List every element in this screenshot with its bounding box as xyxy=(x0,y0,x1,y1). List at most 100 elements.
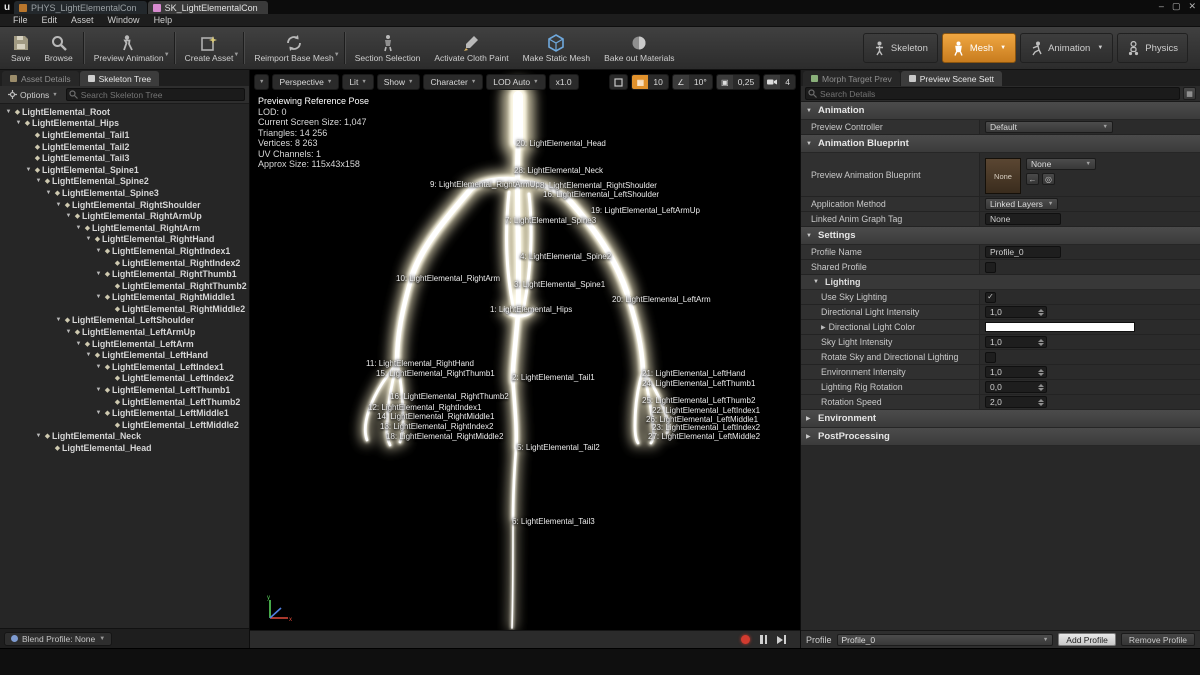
rotation-snap-value[interactable]: 10° xyxy=(688,75,712,89)
tab-morph-target-preview[interactable]: Morph Target Prev xyxy=(803,71,900,86)
tree-item-lightelemental-rightarm[interactable]: ▼ ◆ LightElemental_RightArm xyxy=(0,222,249,234)
use-sky-lighting-checkbox[interactable]: ✓ xyxy=(985,291,996,303)
rotation-snap-icon[interactable]: ∠ xyxy=(672,75,689,89)
bake-out-materials-button[interactable]: Bake out Materials xyxy=(597,28,681,68)
expander-icon[interactable]: ▼ xyxy=(44,190,53,196)
maximize-viewport-button[interactable] xyxy=(609,74,629,90)
use-selected-icon[interactable]: ← xyxy=(1026,173,1039,185)
expander-icon[interactable]: ▼ xyxy=(34,178,43,184)
tree-item-lightelemental-leftindex1[interactable]: ▼ ◆ LightElemental_LeftIndex1 xyxy=(0,361,249,373)
preview-animation-button[interactable]: Preview Animation ▼ xyxy=(87,28,171,68)
expander-icon[interactable]: ▼ xyxy=(64,213,73,219)
expander-icon[interactable]: ▼ xyxy=(34,433,43,439)
mesh-mode-button[interactable]: Mesh ▼ xyxy=(941,33,1017,63)
pause-button[interactable] xyxy=(760,635,767,644)
chevron-down-icon[interactable]: ▼ xyxy=(1000,45,1006,51)
expander-icon[interactable]: ▼ xyxy=(94,294,103,300)
viewport-options-button[interactable]: ▼ xyxy=(254,74,270,90)
browse-asset-icon[interactable]: ◎ xyxy=(1042,173,1055,185)
spinner-arrows[interactable] xyxy=(1038,308,1044,316)
section-header-settings[interactable]: ▼ Settings xyxy=(801,227,1200,245)
shared-profile-checkbox[interactable] xyxy=(985,261,996,273)
asset-thumbnail[interactable]: None xyxy=(985,158,1021,194)
tree-item-lightelemental-rightmiddle1[interactable]: ▼ ◆ LightElemental_RightMiddle1 xyxy=(0,292,249,304)
preview-controller-dropdown[interactable]: Default ▼ xyxy=(985,121,1113,133)
tree-item-lightelemental-leftindex2[interactable]: ◆ LightElemental_LeftIndex2 xyxy=(0,373,249,385)
tab-preview-scene-settings[interactable]: Preview Scene Sett xyxy=(900,71,1002,86)
preview-viewport[interactable]: ▼ Perspective ▼ Lit ▼ Show ▼ Character ▼ LOD… xyxy=(250,70,800,648)
spinner-arrows[interactable] xyxy=(1038,398,1044,406)
blend-profile-button[interactable]: Blend Profile: None ▼ xyxy=(4,631,113,646)
tree-item-lightelemental-righthand[interactable]: ▼ ◆ LightElemental_RightHand xyxy=(0,234,249,246)
profile-name-field[interactable]: Profile_0 xyxy=(985,246,1061,258)
profile-dropdown[interactable]: Profile_0 ▼ xyxy=(836,633,1054,646)
menu-file[interactable]: File xyxy=(6,15,35,25)
options-button[interactable]: Options ▼ xyxy=(4,89,62,101)
section-expander-icon[interactable]: ▶ xyxy=(806,415,814,422)
expander-icon[interactable]: ▶ xyxy=(821,324,826,331)
tree-item-lightelemental-spine1[interactable]: ▼ ◆ LightElemental_Spine1 xyxy=(0,164,249,176)
character-button[interactable]: Character ▼ xyxy=(423,74,484,90)
skeleton-mode-button[interactable]: Skeleton xyxy=(862,33,938,63)
tab-asset-details[interactable]: Asset Details xyxy=(2,71,79,86)
maximize-button[interactable]: ▢ xyxy=(1172,1,1181,12)
rotation-speed-number-field[interactable]: 2,0 xyxy=(985,396,1047,408)
step-forward-button[interactable] xyxy=(777,635,786,644)
tree-item-lightelemental-leftmiddle2[interactable]: ◆ LightElemental_LeftMiddle2 xyxy=(0,419,249,431)
menu-window[interactable]: Window xyxy=(101,15,147,25)
close-button[interactable]: ✕ xyxy=(1188,1,1196,12)
section-header-environment[interactable]: ▶ Environment xyxy=(801,410,1200,428)
menu-edit[interactable]: Edit xyxy=(35,15,65,25)
expander-icon[interactable]: ▼ xyxy=(14,120,23,126)
tree-item-lightelemental-tail2[interactable]: ◆ LightElemental_Tail2 xyxy=(0,141,249,153)
section-selection-button[interactable]: Section Selection xyxy=(348,28,428,68)
tree-item-lightelemental-leftmiddle1[interactable]: ▼ ◆ LightElemental_LeftMiddle1 xyxy=(0,407,249,419)
directional-light-intensity-number-field[interactable]: 1,0 xyxy=(985,306,1047,318)
section-expander-icon[interactable]: ▼ xyxy=(806,108,814,114)
browse-button[interactable]: Browse xyxy=(37,28,79,68)
grid-snap-icon[interactable]: ▦ xyxy=(632,75,649,89)
section-header-animation-blueprint[interactable]: ▼ Animation Blueprint xyxy=(801,135,1200,153)
grid-snap-value[interactable]: 10 xyxy=(648,75,668,89)
menu-asset[interactable]: Asset xyxy=(64,15,101,25)
expander-icon[interactable]: ▼ xyxy=(74,341,83,347)
tree-item-lightelemental-tail3[interactable]: ◆ LightElemental_Tail3 xyxy=(0,152,249,164)
environment-intensity-number-field[interactable]: 1,0 xyxy=(985,366,1047,378)
details-search-input[interactable] xyxy=(805,87,1180,100)
asset-dropdown[interactable]: None ▼ xyxy=(1026,158,1096,170)
tree-item-lightelemental-rightthumb2[interactable]: ◆ LightElemental_RightThumb2 xyxy=(0,280,249,292)
expander-icon[interactable]: ▼ xyxy=(24,167,33,173)
section-expander-icon[interactable]: ▶ xyxy=(806,433,814,440)
scale-snap-control[interactable]: ▣ 0,25 xyxy=(715,74,761,90)
expander-icon[interactable]: ▼ xyxy=(84,352,93,358)
physics-mode-button[interactable]: Physics xyxy=(1117,33,1188,63)
camera-speed-control[interactable]: 4 xyxy=(763,74,796,90)
grid-snap-control[interactable]: ▦ 10 xyxy=(631,74,669,90)
spinner-arrows[interactable] xyxy=(1038,338,1044,346)
minimize-button[interactable]: – xyxy=(1159,1,1164,12)
tree-item-lightelemental-hips[interactable]: ▼ ◆ LightElemental_Hips xyxy=(0,118,249,130)
chevron-down-icon[interactable]: ▼ xyxy=(1097,45,1103,51)
activate-cloth-paint-button[interactable]: Activate Cloth Paint xyxy=(427,28,515,68)
section-header-postprocessing[interactable]: ▶ PostProcessing xyxy=(801,428,1200,446)
expander-icon[interactable]: ▼ xyxy=(94,410,103,416)
tree-item-lightelemental-rightthumb1[interactable]: ▼ ◆ LightElemental_RightThumb1 xyxy=(0,268,249,280)
skeleton-tree-search-input[interactable] xyxy=(65,88,245,101)
playback-speed-button[interactable]: x1.0 xyxy=(548,74,579,90)
tree-item-lightelemental-leftthumb2[interactable]: ◆ LightElemental_LeftThumb2 xyxy=(0,396,249,408)
tree-item-lightelemental-root[interactable]: ▼ ◆ LightElemental_Root xyxy=(0,106,249,118)
camera-speed-value[interactable]: 4 xyxy=(780,75,795,89)
section-expander-icon[interactable]: ▼ xyxy=(806,233,814,239)
scale-snap-icon[interactable]: ▣ xyxy=(716,75,733,89)
spinner-arrows[interactable] xyxy=(1038,368,1044,376)
asset-tab-sk[interactable]: SK_LightElementalCon xyxy=(147,1,268,14)
tree-item-lightelemental-rightindex1[interactable]: ▼ ◆ LightElemental_RightIndex1 xyxy=(0,245,249,257)
save-button[interactable]: Save xyxy=(4,28,37,68)
tab-skeleton-tree[interactable]: Skeleton Tree xyxy=(79,71,160,86)
linked-anim-graph-tag-field[interactable]: None xyxy=(985,213,1061,225)
expander-icon[interactable]: ▼ xyxy=(94,364,103,370)
menu-help[interactable]: Help xyxy=(147,15,180,25)
subsection-lighting[interactable]: ▼ Lighting xyxy=(801,275,1200,290)
tree-item-lightelemental-rightmiddle2[interactable]: ◆ LightElemental_RightMiddle2 xyxy=(0,303,249,315)
sky-light-intensity-number-field[interactable]: 1,0 xyxy=(985,336,1047,348)
